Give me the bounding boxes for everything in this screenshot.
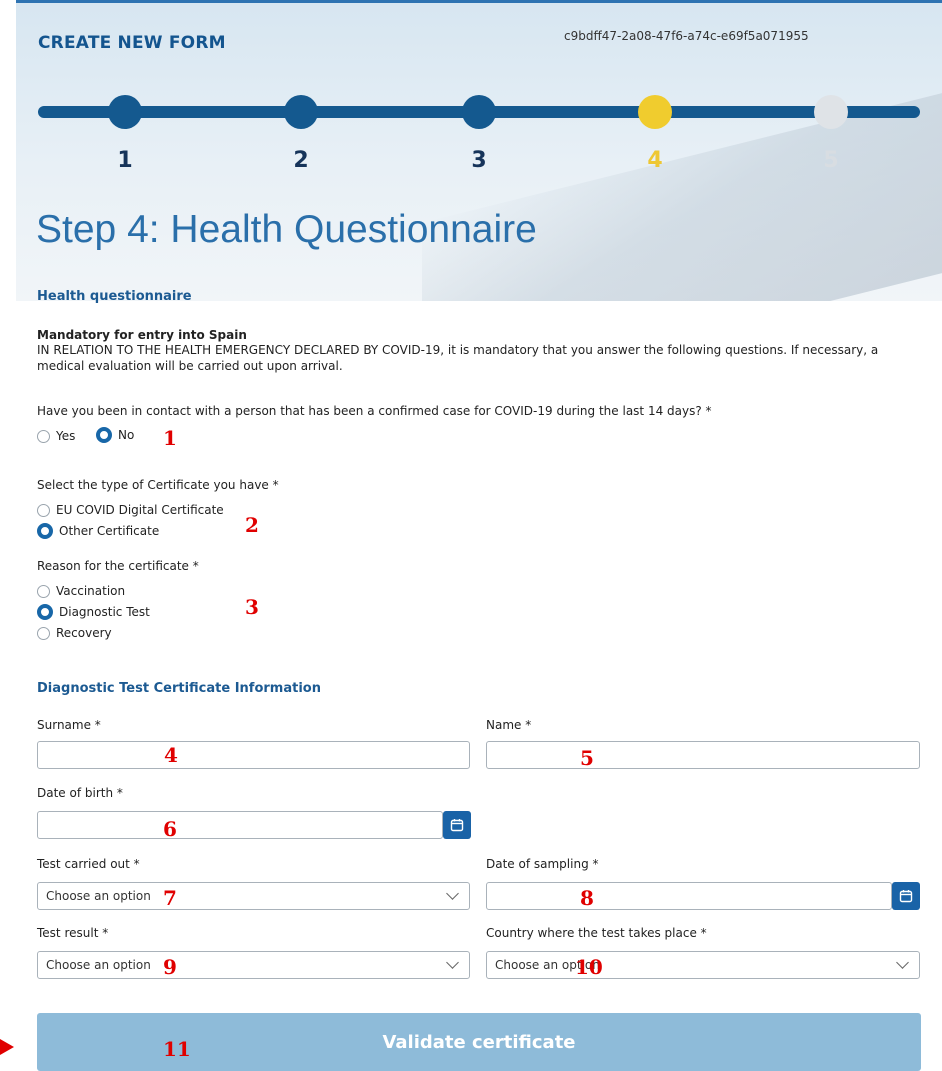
health-questionnaire-heading: Health questionnaire [37,289,192,304]
test-carried-out-label: Test carried out * [37,857,140,871]
country-select[interactable]: Choose an option [486,951,920,979]
reason-vaccination-radio[interactable] [37,584,50,598]
test-result-label: Test result * [37,926,109,940]
annotation-marker-4: 4 [164,743,178,767]
reason-diagnostic-radio[interactable] [37,604,53,620]
reason-recovery-radio[interactable] [37,626,50,640]
dob-input[interactable] [37,811,443,839]
reason-vaccination-option[interactable]: Vaccination [37,584,125,598]
step-4-dot [638,95,672,129]
annotation-marker-3: 3 [245,595,259,619]
chevron-down-icon [896,956,909,969]
calendar-icon [899,890,913,903]
dob-calendar-button[interactable] [443,811,471,839]
test-result-select[interactable]: Choose an option [37,951,470,979]
sampling-date-input[interactable] [486,882,892,910]
sampling-calendar-button[interactable] [892,882,920,910]
reason-vaccination-label: Vaccination [56,584,126,598]
contact-question: Have you been in contact with a person t… [37,404,712,418]
intro-text: IN RELATION TO THE HEALTH EMERGENCY DECL… [37,343,879,373]
step-4-number: 4 [647,148,663,173]
contact-no-option[interactable]: No [96,427,134,443]
country-label: Country where the test takes place * [486,926,707,940]
test-result-value: Choose an option [46,958,151,972]
annotation-marker-2: 2 [245,513,259,537]
diagnostic-section-heading: Diagnostic Test Certificate Information [37,681,321,696]
contact-no-radio[interactable] [96,427,112,443]
test-carried-out-select[interactable]: Choose an option [37,882,470,910]
annotation-marker-5: 5 [580,746,594,770]
surname-input[interactable] [37,741,470,769]
test-carried-out-value: Choose an option [46,889,151,903]
page-title: Step 4: Health Questionnaire [36,208,537,251]
reason-recovery-option[interactable]: Recovery [37,626,112,640]
annotation-marker-8: 8 [580,886,594,910]
surname-label: Surname * [37,718,101,732]
calendar-icon [450,819,464,832]
arrow-right-icon [0,1039,14,1055]
name-label: Name * [486,718,532,732]
certificate-other-option[interactable]: Other Certificate [37,523,159,539]
annotation-marker-9: 9 [163,955,177,979]
contact-yes-radio[interactable] [37,429,50,443]
step-5-dot [814,95,848,129]
reason-diagnostic-label: Diagnostic Test [59,605,150,619]
name-input[interactable] [486,741,920,769]
header-title: CREATE NEW FORM [38,33,226,53]
annotation-marker-7: 7 [163,886,177,910]
step-1-number: 1 [117,148,133,173]
annotation-marker-11: 11 [163,1037,191,1061]
chevron-down-icon [446,956,459,969]
certificate-other-radio[interactable] [37,523,53,539]
certificate-eu-option[interactable]: EU COVID Digital Certificate [37,503,224,517]
chevron-down-icon [446,887,459,900]
step-2-number: 2 [293,148,309,173]
certificate-other-label: Other Certificate [59,524,160,538]
step-2-dot[interactable] [284,95,318,129]
step-5-number: 5 [823,148,839,173]
reason-recovery-label: Recovery [56,626,112,640]
step-1-dot[interactable] [108,95,142,129]
contact-yes-option[interactable]: Yes [37,429,75,443]
annotation-marker-10: 10 [575,955,603,979]
contact-no-label: No [118,428,135,442]
certificate-eu-radio[interactable] [37,503,50,517]
step-3-number: 3 [471,148,487,173]
annotation-marker-6: 6 [163,817,177,841]
step-3-dot[interactable] [462,95,496,129]
contact-yes-label: Yes [56,429,76,443]
form-id: c9bdff47-2a08-47f6-a74c-e69f5a071955 [564,29,809,43]
sampling-date-label: Date of sampling * [486,857,599,871]
form-header: CREATE NEW FORM c9bdff47-2a08-47f6-a74c-… [16,0,942,301]
reason-question: Reason for the certificate * [37,559,199,573]
dob-label: Date of birth * [37,786,123,800]
certificate-question: Select the type of Certificate you have … [37,478,279,492]
mandatory-title: Mandatory for entry into Spain [37,328,247,342]
annotation-marker-1: 1 [163,426,177,450]
reason-diagnostic-option[interactable]: Diagnostic Test [37,604,150,620]
certificate-eu-label: EU COVID Digital Certificate [56,503,224,517]
